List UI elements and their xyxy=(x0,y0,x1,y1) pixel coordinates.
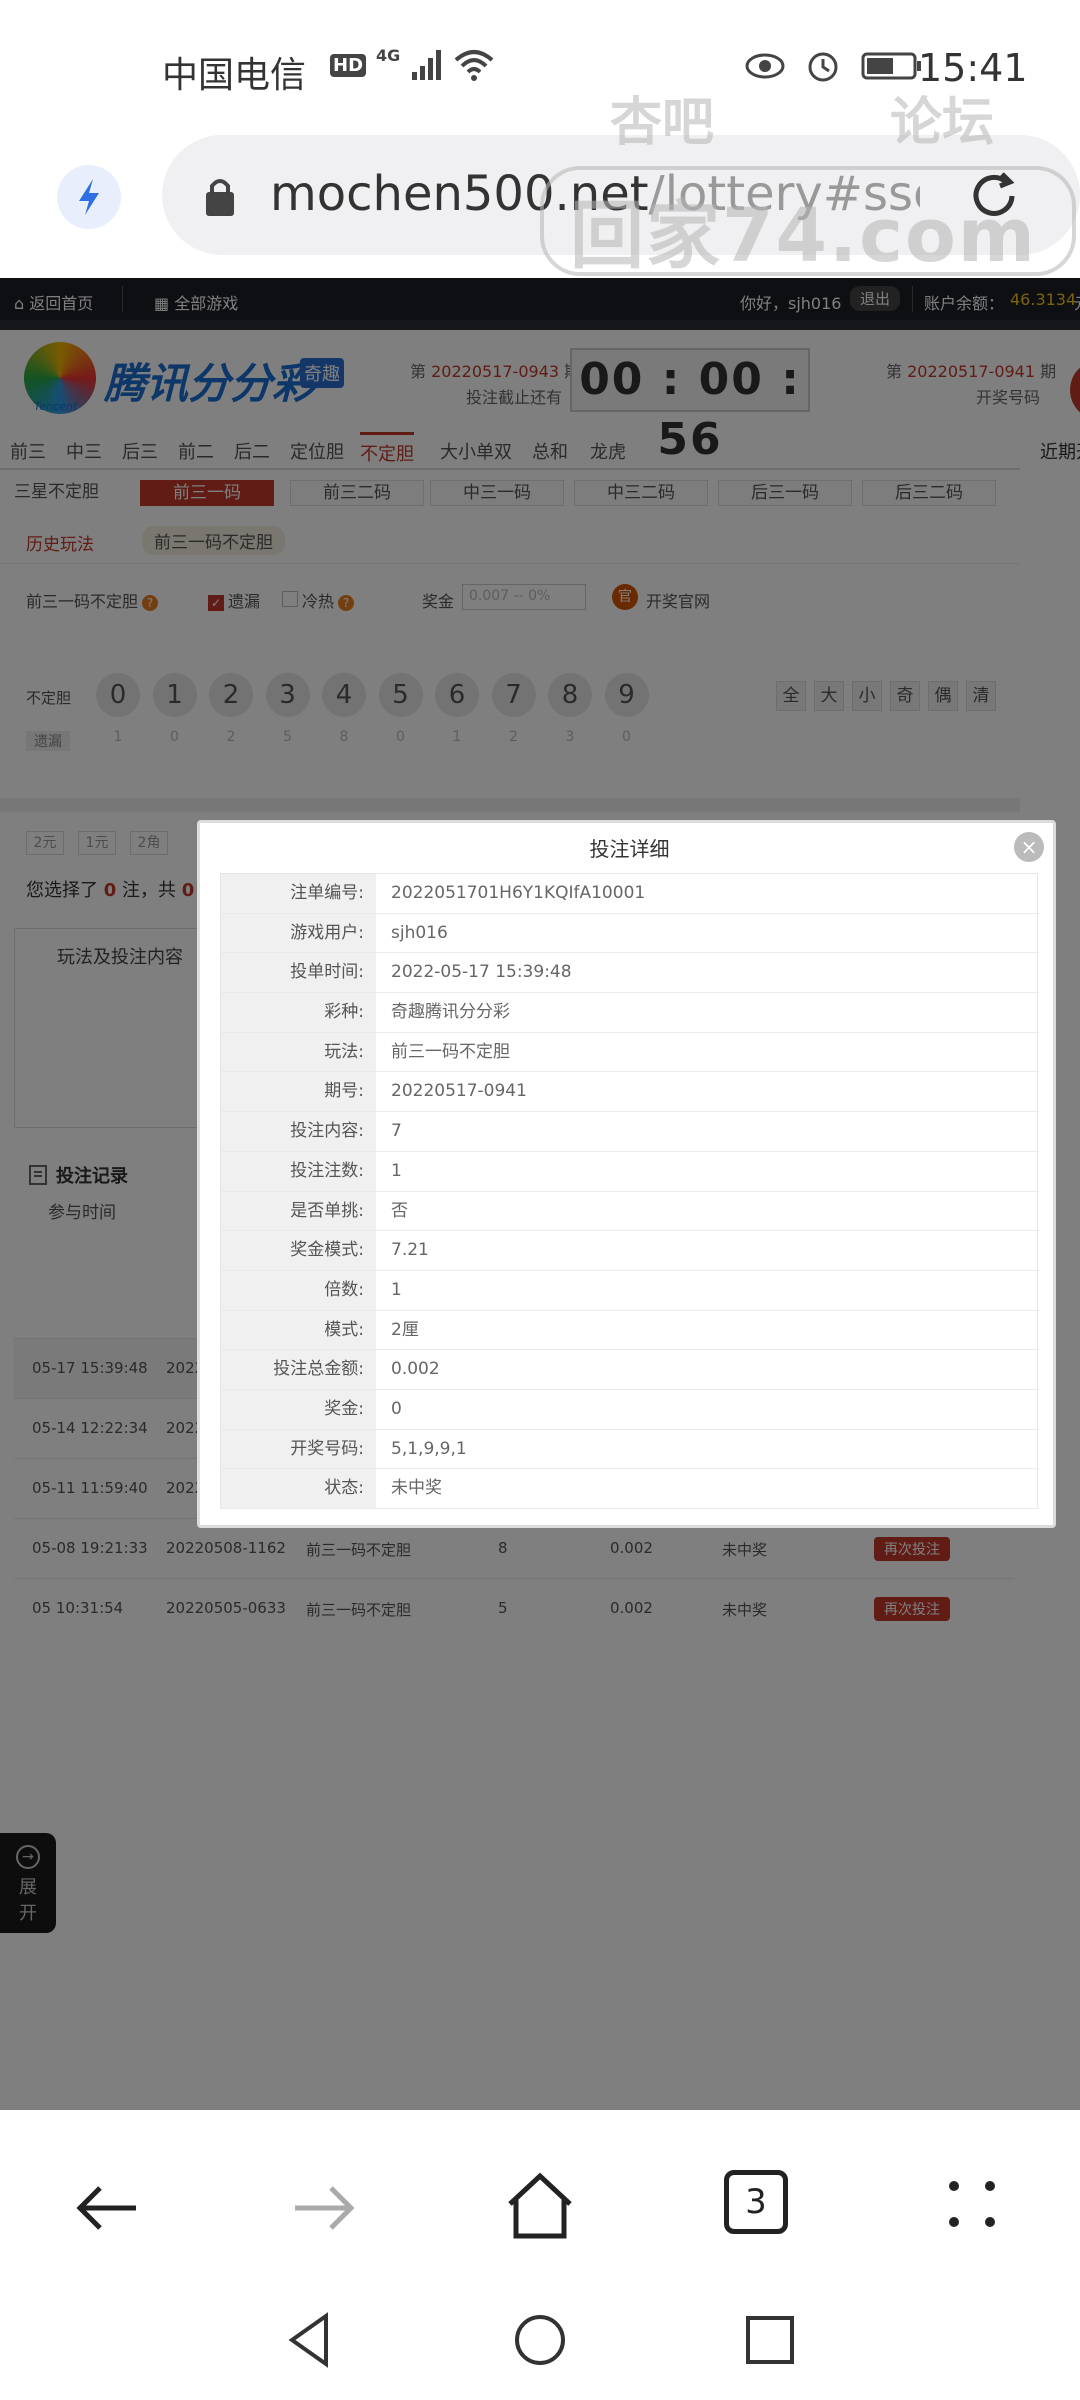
more-menu-icon[interactable] xyxy=(940,2172,1004,2236)
detail-row: 倍数: 1 xyxy=(221,1270,1039,1311)
detail-value: 1 xyxy=(391,1160,402,1181)
alarm-icon xyxy=(808,52,838,82)
eye-icon xyxy=(745,53,785,79)
detail-value: 奇趣腾讯分分彩 xyxy=(391,1002,510,1023)
back-arrow-icon[interactable] xyxy=(70,2170,146,2246)
battery-icon xyxy=(861,52,921,80)
home-icon[interactable] xyxy=(502,2168,578,2244)
detail-value: 前三一码不定胆 xyxy=(391,1041,510,1062)
carrier-name: 中国电信 xyxy=(162,55,307,96)
detail-label: 开奖号码: xyxy=(221,1429,376,1469)
watermark-text-3: 回家74.com xyxy=(570,193,1037,279)
system-back-icon[interactable] xyxy=(280,2310,340,2370)
detail-row: 投注内容: 7 xyxy=(221,1112,1039,1152)
detail-row: 是否单挑: 否 xyxy=(221,1191,1039,1232)
detail-row: 期号: 20220517-0941 xyxy=(221,1072,1039,1113)
lock-icon xyxy=(206,179,234,216)
detail-label: 是否单挑: xyxy=(221,1191,376,1231)
detail-value: 未中奖 xyxy=(391,1478,442,1499)
detail-value: 2厘 xyxy=(391,1319,419,1340)
detail-label: 玩法: xyxy=(221,1032,376,1072)
detail-row: 玩法: 前三一码不定胆 xyxy=(221,1032,1039,1073)
watermark-text-1: 杏吧 xyxy=(610,93,715,153)
detail-label: 状态: xyxy=(221,1469,376,1508)
signal-icon xyxy=(412,50,442,80)
modal-title: 投注详细 xyxy=(589,837,670,861)
browser-bottom-bar: 3 xyxy=(0,2110,1080,2400)
detail-value: 2022051701H6Y1KQIfA10001 xyxy=(391,883,646,903)
detail-value: 1 xyxy=(391,1279,402,1300)
detail-label: 投注注数: xyxy=(221,1151,376,1191)
detail-row: 注单编号: 2022051701H6Y1KQIfA10001 xyxy=(221,874,1039,914)
system-home-icon[interactable] xyxy=(510,2310,570,2370)
detail-label: 投单时间: xyxy=(221,953,376,993)
wifi-icon xyxy=(454,50,494,81)
detail-row: 奖金模式: 7.21 xyxy=(221,1231,1039,1271)
detail-row: 投单时间: 2022-05-17 15:39:48 xyxy=(221,953,1039,994)
tabs-count-button[interactable]: 3 xyxy=(724,2170,788,2234)
system-recents-icon[interactable] xyxy=(740,2310,800,2370)
watermark-text-2: 论坛 xyxy=(890,93,995,153)
detail-value: sjh016 xyxy=(391,922,448,943)
detail-label: 奖金: xyxy=(221,1389,376,1429)
status-right-icons xyxy=(745,48,923,84)
detail-value: 7 xyxy=(391,1121,402,1142)
hd-icon: HD xyxy=(330,53,367,77)
detail-value: 0.002 xyxy=(391,1359,440,1380)
detail-label: 期号: xyxy=(221,1072,376,1112)
bet-detail-modal: 投注详细 × 注单编号: 2022051701H6Y1KQIfA10001 游戏用户… xyxy=(197,820,1056,1528)
detail-row: 状态: 未中奖 xyxy=(221,1469,1039,1509)
detail-row: 投注注数: 1 xyxy=(221,1151,1039,1192)
detail-label: 模式: xyxy=(221,1310,376,1350)
detail-value: 7.21 xyxy=(391,1240,429,1261)
detail-value: 5,1,9,9,1 xyxy=(391,1438,467,1459)
detail-value: 2022-05-17 15:39:48 xyxy=(391,962,572,983)
signal-icons: HD 4G xyxy=(330,45,494,82)
detail-label: 投注总金额: xyxy=(221,1350,376,1389)
detail-row: 奖金: 0 xyxy=(221,1389,1039,1430)
detail-label: 奖金模式: xyxy=(221,1231,376,1270)
detail-label: 游戏用户: xyxy=(221,913,376,953)
detail-row: 投注总金额: 0.002 xyxy=(221,1350,1039,1390)
watermark: 杏吧 论坛 回家74.com xyxy=(540,80,1076,279)
detail-value: 20220517-0941 xyxy=(391,1081,527,1102)
network-4g-label: 4G xyxy=(376,45,401,65)
forward-arrow-icon[interactable] xyxy=(285,2170,361,2246)
detail-row: 游戏用户: sjh016 xyxy=(221,913,1039,954)
detail-label: 投注内容: xyxy=(221,1112,376,1151)
detail-value: 否 xyxy=(391,1200,408,1221)
close-icon[interactable]: × xyxy=(1014,832,1044,862)
detail-row: 彩种: 奇趣腾讯分分彩 xyxy=(221,993,1039,1033)
detail-table: 注单编号: 2022051701H6Y1KQIfA10001 游戏用户: sjh016… xyxy=(220,873,1039,1509)
detail-row: 开奖号码: 5,1,9,9,1 xyxy=(221,1429,1039,1470)
quick-action-icon[interactable] xyxy=(57,165,121,229)
detail-label: 彩种: xyxy=(221,993,376,1032)
detail-value: 0 xyxy=(391,1398,402,1419)
detail-row: 模式: 2厘 xyxy=(221,1310,1039,1351)
detail-label: 注单编号: xyxy=(221,874,376,913)
detail-label: 倍数: xyxy=(221,1270,376,1310)
